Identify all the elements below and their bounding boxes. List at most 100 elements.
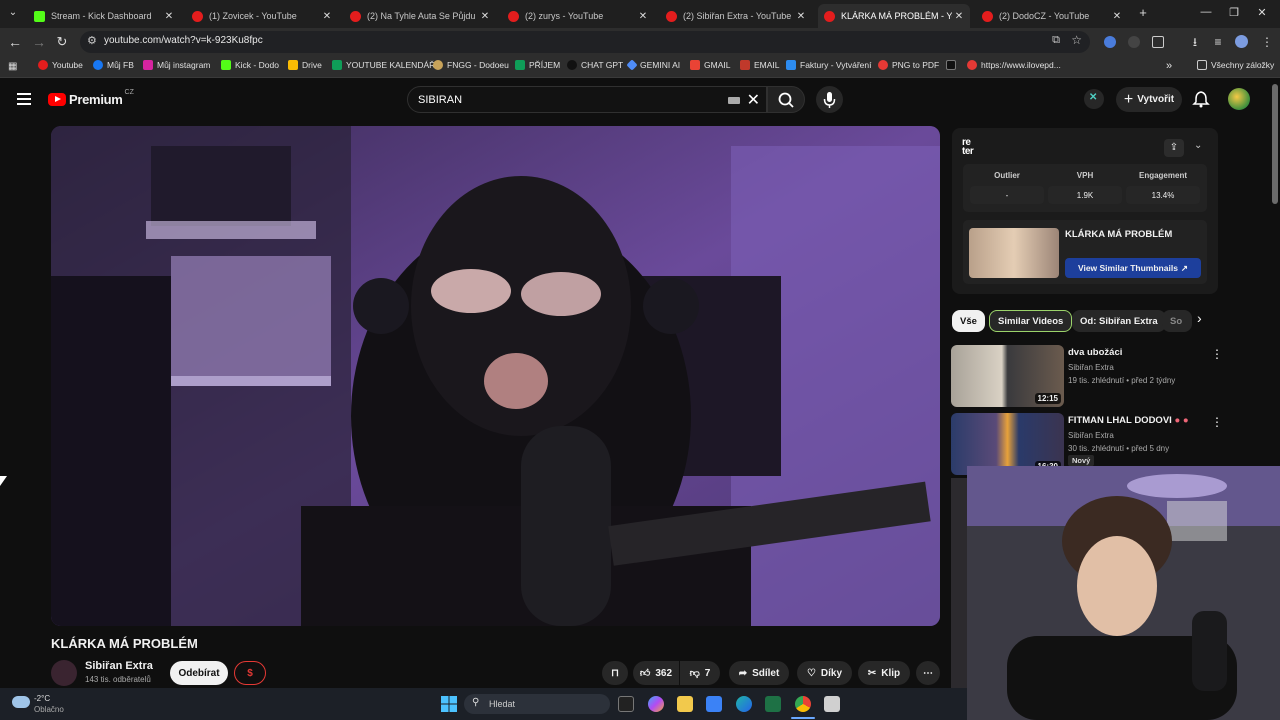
reload-button[interactable]: ↻ [53, 34, 71, 50]
weather-temperature[interactable]: -2°C [34, 694, 50, 703]
browser-tab[interactable]: (2) Sibiřan Extra - YouTube ✕ [660, 4, 812, 28]
subscribe-button[interactable]: Odebírat [170, 661, 228, 685]
close-window-button[interactable]: ✕ [1252, 6, 1272, 19]
video-player[interactable] [51, 126, 940, 626]
chip-more[interactable]: So [1162, 310, 1192, 332]
forward-button[interactable]: → [30, 34, 48, 50]
account-avatar[interactable] [1228, 88, 1250, 110]
video-thumbnail[interactable]: 12:15 [951, 345, 1064, 407]
view-similar-thumbnails-button[interactable]: View Similar Thumbnails ↗ [1065, 258, 1201, 278]
save-button[interactable]: ⊓ [602, 661, 628, 685]
file-explorer-icon[interactable] [677, 696, 693, 712]
collapse-chevron-icon[interactable]: ⌄ [1194, 140, 1202, 151]
reading-list-icon[interactable]: ≡ [1209, 34, 1227, 50]
copilot-icon[interactable] [648, 696, 664, 712]
excel-icon[interactable] [765, 696, 781, 712]
bookmark-item[interactable]: GMAIL [690, 60, 730, 70]
bookmark-item[interactable]: Kick - Dodo [221, 60, 279, 70]
youtube-premium-logo[interactable]: Premium CZ [48, 89, 134, 107]
more-actions-button[interactable]: ⋯ [916, 661, 940, 685]
chip-all[interactable]: Vše [952, 310, 985, 332]
close-icon[interactable]: ✕ [1110, 11, 1124, 22]
export-button[interactable]: ⇪ [1164, 139, 1184, 157]
more-vertical-icon[interactable]: ⋮ [1211, 415, 1223, 429]
more-bookmarks-icon[interactable]: » [1166, 60, 1172, 72]
bookmark-item[interactable]: CHAT GPT [567, 60, 623, 70]
thanks-button[interactable]: ♡ Díky [797, 661, 852, 685]
site-info-icon[interactable]: ⚙ [87, 34, 97, 47]
extension-icon[interactable] [1104, 36, 1116, 48]
clear-search-icon[interactable]: ✕ [747, 90, 760, 110]
search-button[interactable] [767, 86, 805, 113]
close-icon[interactable]: ✕ [162, 11, 176, 22]
close-icon[interactable]: ✕ [794, 11, 808, 22]
bookmark-item[interactable]: FNGG - Dodoeu [433, 60, 509, 70]
more-menu-icon[interactable]: ⋮ [1258, 34, 1276, 50]
calculator-icon[interactable] [824, 696, 840, 712]
tab-search-chevron-icon[interactable]: ⌄ [4, 5, 22, 21]
bookmark-item[interactable]: https://www.ilovepd... [967, 60, 1061, 70]
mail-icon[interactable] [706, 696, 722, 712]
back-button[interactable]: ← [6, 34, 24, 50]
clip-button[interactable]: ✂ Klip [858, 661, 910, 685]
channel-name[interactable]: Sibiřan Extra [85, 660, 153, 672]
bookmark-item[interactable]: EMAIL [740, 60, 780, 70]
edge-icon[interactable] [736, 696, 752, 712]
menu-icon[interactable] [17, 93, 31, 105]
browser-tab[interactable]: (2) Na Tyhle Auta Se Půjdu Po ✕ [344, 4, 496, 28]
address-bar[interactable]: ⚙ youtube.com/watch?v=k-923Ku8fpc ⧉ ☆ [80, 31, 1090, 53]
recommendation-item[interactable]: 16:30 FITMAN LHAL DODOVI ● ● Sibiřan Ext… [951, 413, 1223, 475]
search-input[interactable]: SIBIRAN ✕ [407, 86, 767, 113]
close-icon[interactable]: ✕ [320, 11, 334, 22]
bookmark-item[interactable]: Faktury - Vytváření [786, 60, 871, 70]
bookmark-item[interactable]: Můj FB [93, 60, 134, 70]
taskbar-search-input[interactable]: ⚲ Hledat [464, 694, 610, 714]
browser-tab[interactable]: Stream - Kick Dashboard ✕ [28, 4, 180, 28]
video-title[interactable]: dva ubožáci [1068, 347, 1122, 358]
windows-start-icon[interactable] [441, 696, 457, 712]
download-icon[interactable]: ⭳ [1186, 34, 1204, 50]
bookmark-item[interactable]: Můj instagram [143, 60, 210, 70]
minimize-button[interactable]: — [1196, 6, 1216, 18]
recommendation-item[interactable]: 12:15 dva ubožáci Sibiřan Extra 19 tis. … [951, 345, 1223, 407]
extension-icon[interactable] [1128, 36, 1140, 48]
voice-search-button[interactable] [816, 86, 843, 113]
share-button[interactable]: ➦ Sdílet [729, 661, 789, 685]
more-vertical-icon[interactable]: ⋮ [1211, 347, 1223, 361]
bookmark-star-icon[interactable]: ☆ [1071, 33, 1082, 47]
task-view-icon[interactable] [618, 696, 634, 712]
join-button[interactable]: $ [234, 661, 266, 685]
like-button[interactable]: 👍︎ 362 [633, 661, 679, 685]
chip-from-channel[interactable]: Od: Sibiřan Extra [1072, 310, 1166, 332]
bookmark-item[interactable]: Youtube [38, 60, 83, 70]
video-title[interactable]: FITMAN LHAL DODOVI ● ● [1068, 415, 1189, 426]
apps-grid-icon[interactable]: ▦ [8, 61, 17, 72]
video-channel[interactable]: Sibiřan Extra [1068, 431, 1114, 440]
bookmark-item[interactable]: PŘÍJEM [515, 60, 560, 70]
create-button[interactable]: + Vytvořit [1116, 87, 1182, 112]
close-icon[interactable]: ✕ [478, 11, 492, 22]
page-scrollbar[interactable] [1272, 84, 1278, 204]
all-bookmarks-folder[interactable]: Všechny záložky [1197, 60, 1274, 70]
browser-tab-active[interactable]: KLÁRKA MÁ PROBLÉM - YouTu ✕ [818, 4, 970, 28]
restore-button[interactable]: ❐ [1224, 6, 1244, 19]
bookmark-item[interactable]: GEMINI AI [626, 59, 680, 71]
notifications-button[interactable] [1192, 90, 1210, 113]
close-icon[interactable]: ✕ [952, 11, 966, 22]
video-channel[interactable]: Sibiřan Extra [1068, 363, 1114, 372]
browser-tab[interactable]: (2) zurys - YouTube ✕ [502, 4, 654, 28]
close-icon[interactable]: ✕ [636, 11, 650, 22]
extensions-puzzle-icon[interactable] [1152, 36, 1164, 48]
browser-tab[interactable]: (2) DodoCZ - YouTube ✕ [976, 4, 1128, 28]
bookmark-item[interactable]: YOUTUBE KALENDÁŘ [332, 60, 435, 70]
chevron-right-icon[interactable]: › [1197, 310, 1202, 326]
chrome-icon[interactable] [795, 696, 811, 712]
bookmark-item[interactable]: PNG to PDF [878, 60, 939, 70]
keyboard-icon[interactable] [728, 97, 740, 104]
tubebuddy-extension-icon[interactable]: ✕ [1084, 89, 1104, 109]
new-tab-button[interactable]: + [1133, 5, 1153, 20]
cast-icon[interactable]: ⧉ [1052, 34, 1060, 47]
chip-similar-videos[interactable]: Similar Videos [989, 310, 1073, 332]
bookmark-item[interactable]: Drive [288, 60, 322, 70]
browser-tab[interactable]: (1) Zovicek - YouTube ✕ [186, 4, 338, 28]
